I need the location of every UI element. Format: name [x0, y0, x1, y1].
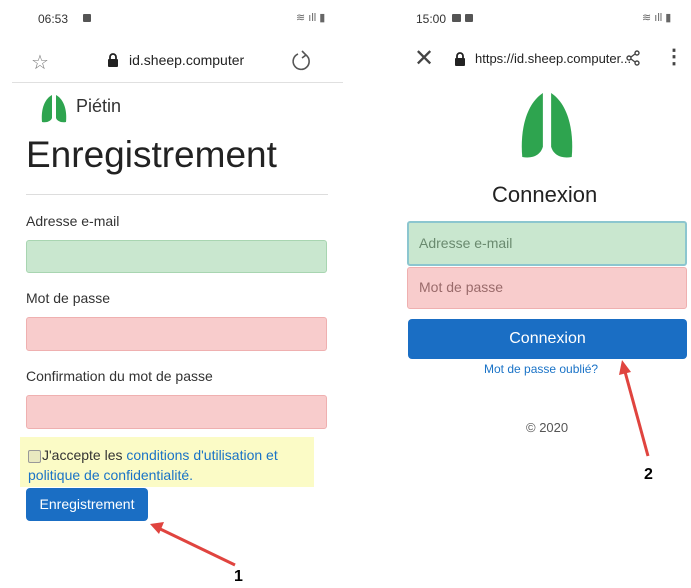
password-label: Mot de passe: [26, 290, 111, 306]
lock-icon: [108, 53, 118, 67]
login-email-placeholder: Adresse e-mail: [419, 235, 513, 251]
login-button[interactable]: Connexion: [408, 319, 687, 359]
annotation-arrow-2: [619, 360, 650, 457]
confirm-password-label: Confirmation du mot de passe: [26, 368, 213, 384]
bookmark-star-icon[interactable]: ☆: [31, 50, 49, 75]
lock-icon-right: [455, 52, 465, 66]
notification-icon-right: [465, 14, 473, 22]
wifi-signal-icon-right: ≋ ıll ▮: [642, 12, 672, 24]
hoof-logo-icon: [41, 95, 67, 123]
notification-icon: [83, 14, 91, 22]
right-status-time: 15:00: [416, 12, 447, 26]
forgot-password-link[interactable]: Mot de passe oublié?: [484, 362, 598, 376]
terms-prefix: J'accepte les: [42, 447, 123, 463]
login-password-placeholder: Mot de passe: [419, 279, 504, 295]
share-icon[interactable]: [625, 50, 641, 66]
close-icon[interactable]: ✕: [414, 44, 434, 73]
confirm-password-field[interactable]: [26, 395, 327, 429]
annotation-label-1: 1: [234, 568, 243, 585]
login-title: Connexion: [492, 182, 598, 207]
terms-link[interactable]: conditions d'utilisation et: [126, 447, 277, 463]
login-password-field[interactable]: Mot de passe: [407, 267, 687, 309]
title-divider: [26, 194, 328, 195]
browser-bar-divider: [12, 82, 343, 83]
more-menu-icon[interactable]: ⋮: [664, 44, 684, 69]
password-field[interactable]: [26, 317, 327, 351]
email-label: Adresse e-mail: [26, 213, 120, 229]
brand-name: Piétin: [76, 96, 122, 116]
annotation-arrow-1: [150, 522, 236, 567]
terms-checkbox[interactable]: [28, 450, 41, 463]
register-button[interactable]: Enregistrement: [26, 488, 148, 521]
reload-icon[interactable]: [290, 50, 312, 72]
gallery-icon: [452, 14, 461, 22]
login-email-field[interactable]: Adresse e-mail: [407, 221, 687, 266]
terms-text: J'accepte les conditions d'utilisation e…: [42, 445, 312, 465]
wifi-signal-icon: ≋ ıll ▮: [296, 12, 326, 24]
copyright-text: © 2020: [526, 420, 569, 435]
hoof-logo-icon-large: [521, 93, 573, 158]
right-url-text[interactable]: https://id.sheep.computer...: [475, 51, 631, 66]
privacy-link[interactable]: politique de confidentialité.: [28, 465, 193, 485]
left-url-text[interactable]: id.sheep.computer: [129, 52, 244, 68]
email-field[interactable]: [26, 240, 327, 273]
page-title: Enregistrement: [26, 134, 277, 175]
annotation-label-2: 2: [644, 466, 653, 483]
left-status-time: 06:53: [38, 12, 69, 26]
